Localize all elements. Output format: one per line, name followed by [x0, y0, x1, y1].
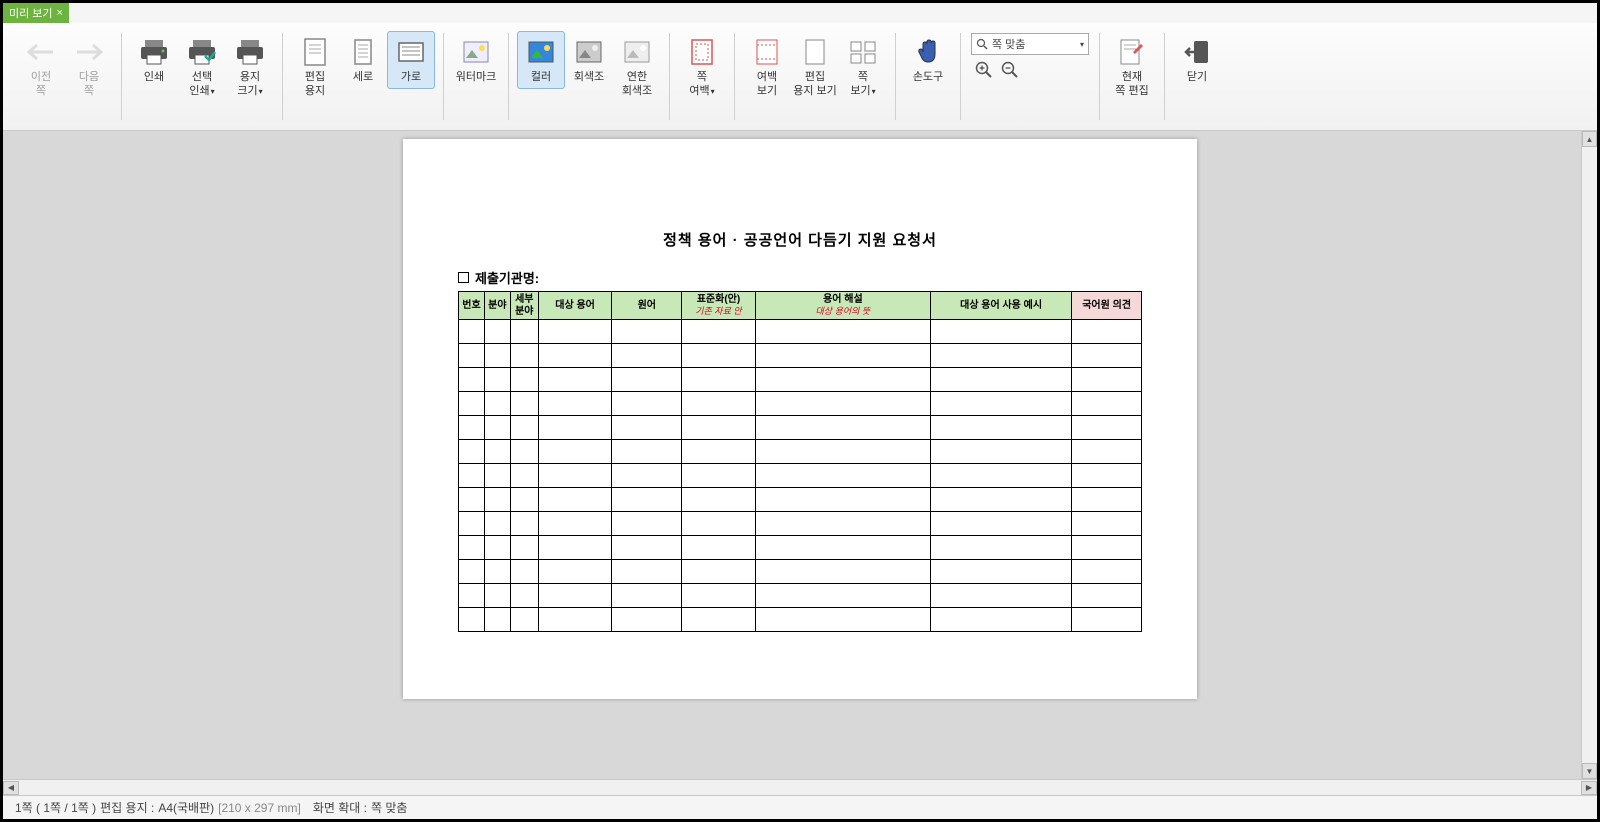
scroll-down-icon[interactable]: ▼: [1582, 763, 1597, 779]
status-page-info: 1쪽 ( 1쪽 / 1쪽 ): [15, 799, 96, 816]
document-table: 번호 분야 세부 분야 대상 용어 원어 표준화(안)기존 자료 안 용어 해설…: [458, 291, 1142, 632]
col-no: 번호: [459, 292, 485, 320]
prev-page-button: 이전 쪽: [17, 31, 65, 104]
preview-tab[interactable]: 미리 보기 ×: [3, 3, 69, 23]
magnifier-icon: [976, 38, 988, 50]
zoom-value: 쪽 맞춤: [992, 36, 1025, 52]
close-icon[interactable]: ×: [57, 7, 63, 19]
status-paper-dim: [210 x 297 mm]: [218, 801, 301, 815]
watermark-icon: [460, 36, 492, 68]
col-standard: 표준화(안)기존 자료 안: [682, 292, 756, 320]
page-portrait-icon: [347, 36, 379, 68]
color-button[interactable]: 컬러: [517, 31, 565, 89]
tab-bar: 미리 보기 ×: [3, 3, 1597, 23]
page-view-button[interactable]: 쪽 보기▾: [839, 31, 887, 104]
table-row: [459, 416, 1142, 440]
page-view-label: 쪽 보기▾: [850, 70, 875, 99]
watermark-button[interactable]: 워터마크: [452, 31, 500, 89]
zoom-select[interactable]: 쪽 맞춤 ▾: [971, 33, 1089, 55]
table-row: [459, 368, 1142, 392]
document-subheading: 제출기관명:: [458, 268, 1142, 287]
margin-view-icon: [751, 36, 783, 68]
tab-title: 미리 보기: [9, 5, 53, 21]
page-edit-icon: [1116, 36, 1148, 68]
col-opinion: 국어원 의견: [1072, 292, 1142, 320]
vertical-scrollbar[interactable]: ▲ ▼: [1581, 131, 1597, 779]
status-paper-value: A4(국배판): [158, 799, 214, 816]
page-margin-icon: [686, 36, 718, 68]
ribbon-toolbar: 이전 쪽 다음 쪽 인쇄 선택 인쇄▾: [3, 23, 1597, 131]
table-row: [459, 584, 1142, 608]
table-row: [459, 512, 1142, 536]
table-row: [459, 464, 1142, 488]
col-usage: 대상 용어 사용 예시: [930, 292, 1071, 320]
page-margin-label: 쪽 여백▾: [689, 70, 714, 99]
hand-icon: [912, 36, 944, 68]
color-icon: [525, 36, 557, 68]
multi-page-icon: [847, 36, 879, 68]
hand-tool-button[interactable]: 손도구: [904, 31, 952, 89]
status-zoom-value: 쪽 맞춤: [371, 799, 407, 816]
document-title: 정책 용어 · 공공언어 다듬기 지원 요청서: [458, 229, 1142, 250]
col-explanation: 용어 해설대상 용어의 뜻: [755, 292, 930, 320]
paper-size-button[interactable]: 용지 크기▾: [226, 31, 274, 104]
table-row: [459, 560, 1142, 584]
scroll-right-icon[interactable]: ▶: [1581, 781, 1597, 795]
paper-size-label: 용지 크기▾: [237, 70, 262, 99]
print-button[interactable]: 인쇄: [130, 31, 178, 89]
zoom-in-button[interactable]: [975, 61, 993, 79]
select-print-button[interactable]: 선택 인쇄▾: [178, 31, 226, 104]
horizontal-scrollbar[interactable]: ◀ ▶: [3, 779, 1597, 795]
table-row: [459, 392, 1142, 416]
page-margin-button[interactable]: 쪽 여백▾: [678, 31, 726, 104]
next-page-button: 다음 쪽: [65, 31, 113, 104]
arrow-left-icon: [25, 36, 57, 68]
width-fit-button[interactable]: 가로: [387, 31, 435, 89]
arrow-right-icon: [73, 36, 105, 68]
current-page-edit-button[interactable]: 현재 쪽 편집: [1108, 31, 1156, 104]
page-landscape-icon: [395, 36, 427, 68]
scroll-left-icon[interactable]: ◀: [3, 781, 19, 795]
scroll-up-icon[interactable]: ▲: [1582, 131, 1597, 147]
table-row: [459, 488, 1142, 512]
grayscale-icon: [573, 36, 605, 68]
printer-check-icon: [186, 36, 218, 68]
page-preview: 정책 용어 · 공공언어 다듬기 지원 요청서 제출기관명: 번호 분야 세부 …: [403, 139, 1197, 699]
duplex-button[interactable]: 편집 용지: [291, 31, 339, 104]
printer-gear-icon: [234, 36, 266, 68]
edit-paper-icon: [799, 36, 831, 68]
col-subfield: 세부 분야: [510, 292, 538, 320]
printer-icon: [138, 36, 170, 68]
col-original: 원어: [612, 292, 682, 320]
soft-gray-icon: [621, 36, 653, 68]
document-viewport[interactable]: 정책 용어 · 공공언어 다듬기 지원 요청서 제출기관명: 번호 분야 세부 …: [3, 131, 1597, 779]
col-field: 분야: [484, 292, 510, 320]
status-bar: 1쪽 ( 1쪽 / 1쪽 ) 편집 용지 : A4(국배판) [210 x 29…: [3, 795, 1597, 819]
margin-view-button[interactable]: 여백 보기: [743, 31, 791, 104]
exit-icon: [1181, 36, 1213, 68]
table-row: [459, 344, 1142, 368]
table-row: [459, 608, 1142, 632]
close-button[interactable]: 닫기: [1173, 31, 1221, 89]
vertical-button[interactable]: 세로: [339, 31, 387, 89]
col-target: 대상 용어: [538, 292, 612, 320]
zoom-out-button[interactable]: [1001, 61, 1019, 79]
table-row: [459, 536, 1142, 560]
table-row: [459, 440, 1142, 464]
status-zoom-label: 화면 확대 :: [313, 799, 367, 816]
select-print-label: 선택 인쇄▾: [189, 70, 214, 99]
page-icon: [299, 36, 331, 68]
soft-gray-button[interactable]: 연한 회색조: [613, 31, 661, 104]
edit-paper-view-button[interactable]: 편집 용지 보기: [791, 31, 839, 104]
chevron-down-icon: ▾: [1080, 40, 1084, 49]
status-paper-label: 편집 용지 :: [100, 799, 154, 816]
table-row: [459, 320, 1142, 344]
grayscale-button[interactable]: 회색조: [565, 31, 613, 89]
checkbox-icon: [458, 272, 469, 283]
